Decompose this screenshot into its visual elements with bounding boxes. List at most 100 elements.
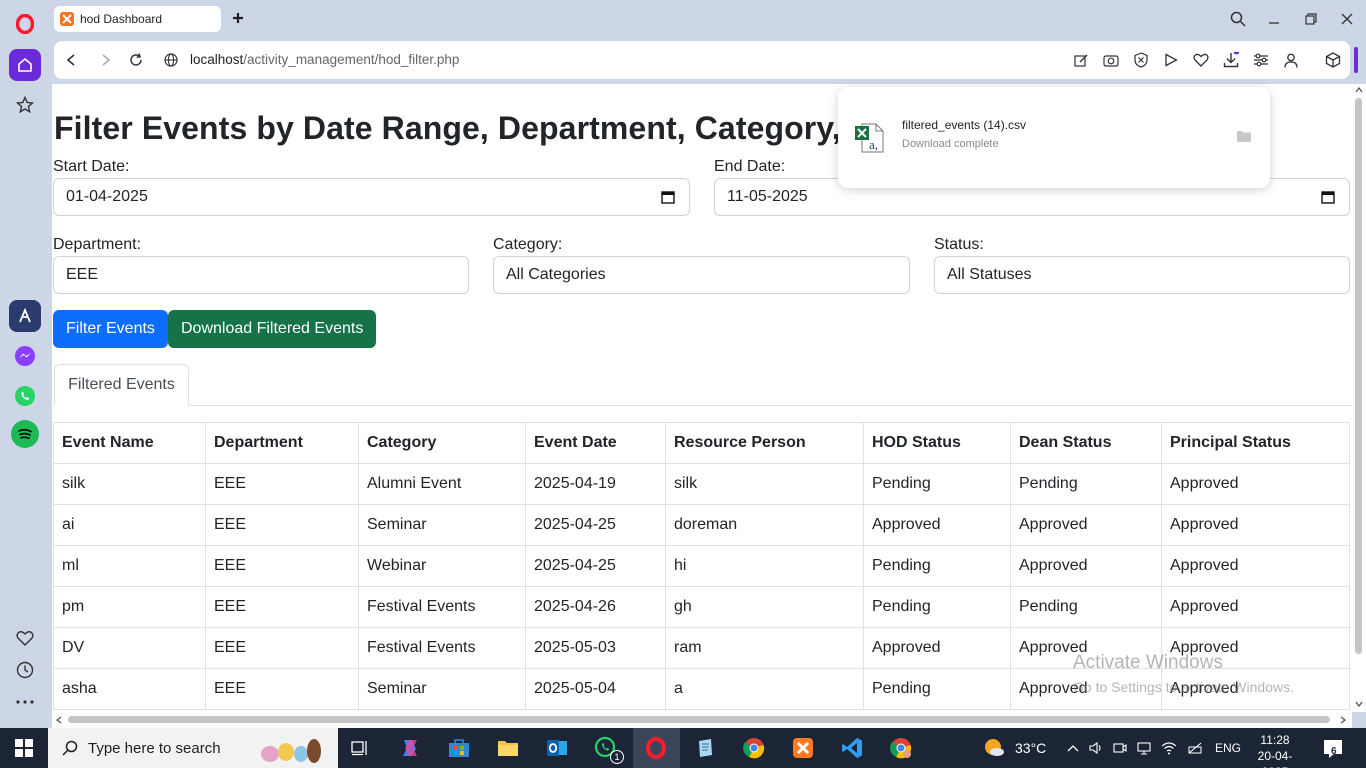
speaker-icon[interactable] bbox=[1089, 741, 1103, 755]
vscode-icon[interactable] bbox=[840, 736, 864, 760]
tab-hod-dashboard[interactable]: hod Dashboard bbox=[54, 6, 221, 32]
vertical-scroll-thumb[interactable] bbox=[1355, 98, 1362, 654]
table-cell: hi bbox=[665, 545, 864, 587]
department-label: Department: bbox=[53, 236, 142, 253]
calendar-icon[interactable] bbox=[1321, 190, 1335, 204]
microsoft-store-icon[interactable] bbox=[447, 736, 471, 760]
forward-icon[interactable] bbox=[97, 51, 115, 69]
file-explorer-icon[interactable] bbox=[496, 736, 520, 760]
new-tab-plus-icon[interactable] bbox=[230, 10, 246, 26]
scroll-right-icon[interactable] bbox=[1340, 716, 1346, 724]
page-title: Filter Events by Date Range, Department,… bbox=[54, 110, 888, 146]
back-icon[interactable] bbox=[62, 51, 80, 69]
player-play-icon[interactable] bbox=[1163, 52, 1179, 68]
table-cell: Approved bbox=[1010, 627, 1162, 669]
opera-taskbar-icon[interactable] bbox=[644, 736, 668, 760]
status-select[interactable]: All Statuses bbox=[934, 256, 1350, 294]
tray-icons: ENG bbox=[1067, 728, 1241, 768]
events-table: Event Name Department Category Event Dat… bbox=[53, 422, 1350, 710]
snapshot-camera-icon[interactable] bbox=[1103, 52, 1119, 68]
tab-filtered-events[interactable]: Filtered Events bbox=[54, 364, 189, 406]
site-info-globe-icon[interactable] bbox=[162, 51, 180, 69]
table-cell: gh bbox=[665, 586, 864, 628]
whatsapp-taskbar-icon[interactable]: 1 bbox=[594, 736, 624, 764]
restore-icon[interactable] bbox=[1300, 8, 1322, 30]
spotify-icon[interactable] bbox=[11, 420, 39, 448]
reload-icon[interactable] bbox=[127, 51, 145, 69]
favorites-heart-icon[interactable] bbox=[1193, 52, 1209, 68]
whatsapp-icon[interactable] bbox=[9, 380, 41, 412]
meet-now-icon[interactable] bbox=[1113, 741, 1127, 755]
download-file-name[interactable]: filtered_events (14).csv bbox=[902, 118, 1026, 132]
task-view-icon[interactable] bbox=[348, 736, 372, 760]
edit-page-icon[interactable] bbox=[1073, 52, 1089, 68]
table-cell: 2025-05-04 bbox=[525, 668, 666, 710]
messenger-icon[interactable] bbox=[9, 340, 41, 372]
xampp-icon[interactable] bbox=[791, 736, 815, 760]
system-clock[interactable]: 11:28 20-04-2025 bbox=[1250, 732, 1300, 768]
table-cell: EEE bbox=[205, 668, 359, 710]
table-header-row: Event Name Department Category Event Dat… bbox=[53, 422, 1350, 464]
excel-file-icon[interactable]: a, bbox=[854, 122, 886, 154]
horizontal-scrollbar[interactable] bbox=[52, 712, 1352, 728]
filter-events-button[interactable]: Filter Events bbox=[53, 310, 168, 348]
clock-time: 11:28 bbox=[1260, 733, 1290, 747]
easy-setup-icon[interactable] bbox=[1253, 52, 1269, 68]
table-cell: EEE bbox=[205, 545, 359, 587]
table-row: DV EEE Festival Events 2025-05-03 ram Approve… bbox=[53, 627, 1350, 669]
taskbar-search-box[interactable]: Type here to search bbox=[48, 728, 338, 768]
search-tabs-icon[interactable] bbox=[1227, 8, 1249, 30]
profile-icon[interactable] bbox=[1283, 52, 1299, 68]
opera-logo-icon[interactable] bbox=[9, 8, 41, 40]
home-icon[interactable] bbox=[9, 49, 41, 81]
windows-start-icon[interactable] bbox=[0, 728, 48, 768]
table-cell: 2025-04-25 bbox=[525, 545, 666, 587]
adblock-shield-icon[interactable] bbox=[1133, 52, 1149, 68]
aria-icon[interactable] bbox=[9, 300, 41, 332]
scroll-down-icon[interactable] bbox=[1355, 701, 1363, 707]
category-select[interactable]: All Categories bbox=[493, 256, 910, 294]
copilot-icon[interactable] bbox=[398, 736, 422, 760]
history-icon[interactable] bbox=[9, 654, 41, 686]
column-header: HOD Status bbox=[863, 422, 1011, 464]
minimize-icon[interactable] bbox=[1263, 8, 1285, 30]
outlook-icon[interactable] bbox=[545, 736, 569, 760]
table-cell: Approved bbox=[1161, 668, 1350, 710]
more-icon[interactable] bbox=[9, 686, 41, 718]
weather-sun-icon bbox=[985, 739, 1004, 756]
weather-widget[interactable]: 33°C bbox=[983, 728, 1046, 768]
show-hidden-icons-chevron-icon[interactable] bbox=[1067, 744, 1079, 752]
close-window-icon[interactable] bbox=[1336, 8, 1358, 30]
department-input[interactable]: EEE bbox=[53, 256, 469, 294]
xampp-favicon-icon bbox=[60, 12, 74, 26]
show-in-folder-icon[interactable] bbox=[1236, 129, 1252, 143]
extensions-cube-icon[interactable] bbox=[1325, 52, 1341, 68]
notification-center[interactable]: 6 bbox=[1322, 728, 1344, 768]
bookmarks-star-icon[interactable] bbox=[9, 89, 41, 121]
start-date-label: Start Date: bbox=[53, 158, 130, 175]
language-indicator[interactable]: ENG bbox=[1215, 741, 1241, 755]
chrome-icon[interactable] bbox=[742, 736, 766, 760]
downloads-icon[interactable] bbox=[1223, 52, 1239, 68]
table-cell: ram bbox=[665, 627, 864, 669]
wifi-icon[interactable] bbox=[1161, 741, 1177, 755]
scroll-left-icon[interactable] bbox=[56, 716, 62, 724]
vertical-scrollbar[interactable] bbox=[1352, 84, 1366, 712]
column-header: Event Date bbox=[525, 422, 666, 464]
table-cell: ml bbox=[53, 545, 206, 587]
start-date-input[interactable]: 01-04-2025 bbox=[53, 178, 690, 216]
column-header: Department bbox=[205, 422, 359, 464]
chrome-profile-icon[interactable] bbox=[889, 736, 913, 760]
scroll-up-icon[interactable] bbox=[1355, 87, 1363, 93]
heart-icon[interactable] bbox=[9, 622, 41, 654]
download-filtered-events-button[interactable]: Download Filtered Events bbox=[168, 310, 377, 348]
notification-count: 6 bbox=[1331, 746, 1337, 757]
notepad-icon[interactable] bbox=[693, 736, 717, 760]
table-cell: EEE bbox=[205, 627, 359, 669]
battery-icon[interactable] bbox=[1187, 741, 1203, 755]
network-icon[interactable] bbox=[1137, 741, 1151, 755]
horizontal-scroll-thumb[interactable] bbox=[68, 716, 1330, 723]
table-cell: Approved bbox=[863, 504, 1011, 546]
calendar-icon[interactable] bbox=[661, 190, 675, 204]
url-text[interactable]: localhost/activity_management/hod_filter… bbox=[190, 52, 459, 67]
